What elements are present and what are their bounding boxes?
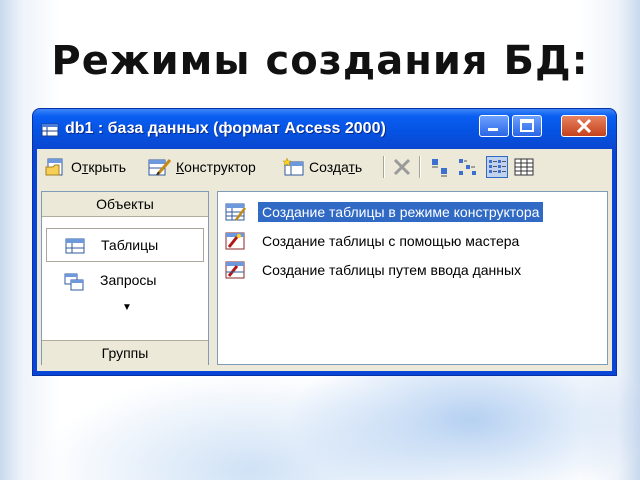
new-label: Создать: [309, 159, 363, 175]
toolbar-separator: [383, 156, 385, 178]
database-window: db1 : база данных (формат Access 2000) О…: [33, 109, 616, 375]
slide-title: Режимы создания БД:: [51, 38, 589, 84]
title-bar[interactable]: db1 : база данных (формат Access 2000): [33, 109, 616, 149]
open-label: Открыть: [71, 159, 126, 175]
design-button[interactable]: Конструктор: [148, 156, 256, 178]
list-item-label: Создание таблицы в режиме конструктора: [258, 202, 544, 222]
objects-item-tables[interactable]: Таблицы: [46, 228, 204, 262]
table-icon: [65, 238, 85, 254]
list-item-label: Создание таблицы с помощью мастера: [262, 233, 520, 249]
wizard-icon: [225, 232, 245, 250]
database-icon: [41, 123, 59, 137]
window-title: db1 : база данных (формат Access 2000): [65, 120, 386, 137]
list-item-design-view[interactable]: Создание таблицы в режиме конструктора: [224, 200, 544, 224]
list-item-datasheet[interactable]: Создание таблицы путем ввода данных: [224, 258, 525, 282]
maximize-button[interactable]: [512, 115, 542, 137]
objects-list: Создание таблицы в режиме конструктора С…: [217, 191, 608, 365]
new-table-icon: [283, 157, 304, 176]
groups-header[interactable]: Группы: [42, 340, 208, 365]
minimize-button[interactable]: [479, 115, 509, 137]
maximize-icon: [520, 119, 534, 132]
close-icon: [576, 118, 592, 134]
list-view-icon: [489, 160, 506, 173]
design-icon: [148, 159, 172, 176]
list-item-label: Создание таблицы путем ввода данных: [262, 262, 522, 278]
objects-pane: Объекты Таблицы Запросы ▼ Группы: [41, 191, 209, 365]
objects-item-queries[interactable]: Запросы: [46, 264, 204, 298]
datasheet-icon: [225, 261, 245, 279]
delete-icon[interactable]: [391, 156, 413, 178]
objects-item-label: Запросы: [100, 272, 157, 288]
design-label: Конструктор: [176, 159, 256, 175]
design-table-icon: [225, 203, 246, 221]
new-button[interactable]: Создать: [283, 156, 362, 178]
small-icons-view-icon[interactable]: [457, 156, 479, 178]
chevron-down-icon[interactable]: ▼: [122, 302, 132, 313]
query-icon: [64, 273, 84, 291]
list-item-wizard[interactable]: Создание таблицы с помощью мастера: [224, 229, 523, 253]
close-button[interactable]: [561, 115, 607, 137]
details-view-icon[interactable]: [513, 156, 535, 178]
objects-header[interactable]: Объекты: [42, 192, 208, 217]
toolbar: Открыть Конструктор Создать: [37, 149, 612, 183]
large-icons-view-icon[interactable]: [429, 156, 451, 178]
open-icon: [45, 158, 63, 176]
open-button[interactable]: Открыть: [45, 156, 126, 178]
objects-item-label: Таблицы: [101, 237, 159, 253]
window-client: Открыть Конструктор Создать Объекты Табл…: [37, 149, 612, 371]
list-view-button[interactable]: [486, 156, 508, 178]
toolbar-separator: [419, 156, 421, 178]
minimize-icon: [488, 128, 498, 131]
